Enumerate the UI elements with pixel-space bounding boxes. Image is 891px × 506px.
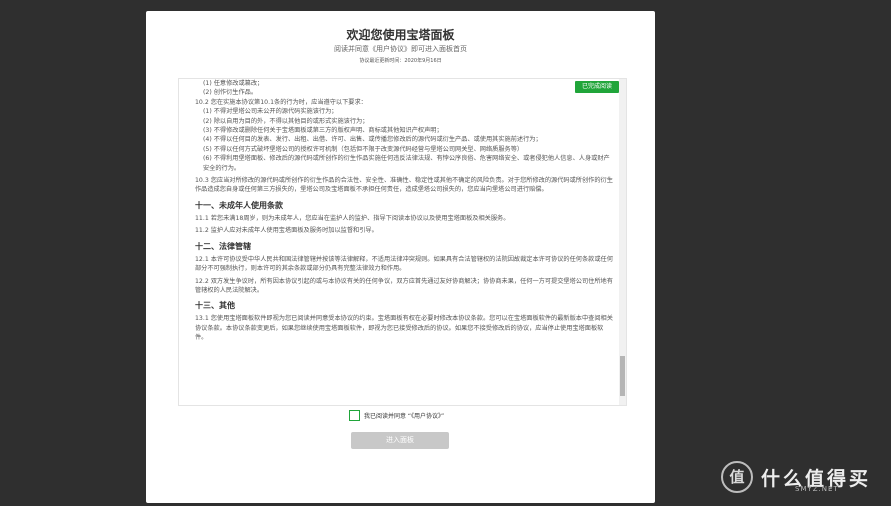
dialog-title: 欢迎您使用宝塔面板 (346, 28, 455, 42)
agreement-line: (6) 不得利用堡塔面板、修改后的源代码或所创作的衍生作品实施任何违反法律法规、… (203, 155, 610, 172)
agree-row[interactable]: 我已阅读并同意 “《用户协议》” (349, 409, 444, 421)
section-heading: 十二、法律管辖 (195, 241, 251, 251)
scrollbar-thumb[interactable] (620, 356, 625, 396)
section-paragraph: 11.1 若您未满18周岁，则为未成年人，您应当在监护人的监护、指导下阅读本协议… (195, 214, 510, 222)
agree-checkbox[interactable] (349, 409, 360, 421)
section-paragraph: 12.1 本许可协议受中华人民共和国法律管辖并按该等法律解释，不适用法律冲突规则… (195, 255, 613, 273)
watermark-logo-icon: 值 (721, 461, 753, 493)
dialog-subtitle: 阅读并同意《用户协议》即可进入面板首页 (334, 45, 467, 53)
agreement-line: (1) 任意修改或篡改； (203, 80, 264, 87)
agreement-scrollbar[interactable] (619, 79, 626, 405)
section-paragraph: 11.2 监护人应对未成年人使用宝塔面板及服务时加以监督和引导。 (195, 227, 378, 235)
agreement-scroll-area[interactable]: (1) 任意修改或篡改； (2) 创作衍生作品。 10.2 您在实施本协议第10.1… (178, 78, 627, 406)
section-paragraph: 12.2 双方发生争议时，所有因本协议引起的或与本协议有关的任何争议，双方应首先… (195, 277, 613, 294)
agreement-line: (1) 不得对堡塔公司未公开的源代码实施该行为； (203, 108, 338, 116)
agreement-line: (3) 不得修改或删除任何关于宝塔面板或第三方的版权声明、商标或其他知识产权声明… (203, 127, 443, 135)
watermark-url: SMYZ.NET (795, 485, 839, 493)
section-heading: 十三、其他 (195, 301, 235, 311)
agreement-line: 10.3 您应当对所修改的源代码或所创作的衍生作品的合法性、安全性、准确性、稳定… (195, 177, 613, 194)
agreement-line: (2) 创作衍生作品。 (203, 89, 258, 97)
agreement-line: (4) 不得以任何目的发表、发行、出租、出借、许可、出售、或传播您修改后的源代码… (203, 136, 542, 144)
agreement-line: (2) 除以自用为目的外，不得以其他目的或形式实施该行为； (203, 117, 369, 125)
section-heading: 十一、未成年人使用条款 (195, 200, 283, 210)
welcome-dialog: 欢迎您使用宝塔面板 阅读并同意《用户协议》即可进入面板首页 协议最近更新时间：2… (146, 11, 655, 503)
section-paragraph: 13.1 您使用宝塔面板软件即视为您已阅读并同意受本协议的约束。宝塔面板有权在必… (195, 315, 613, 342)
agreement-update-date: 协议最近更新时间：2020年9月16日 (359, 58, 442, 64)
agreement-line: 10.2 您在实施本协议第10.1条的行为时，应当遵守以下要求： (195, 98, 367, 106)
enter-panel-button[interactable]: 进入面板 (351, 432, 449, 449)
read-complete-badge: 已完成阅读 (575, 81, 619, 93)
agree-label[interactable]: 我已阅读并同意 “《用户协议》” (364, 411, 444, 420)
agreement-line: (5) 不得以任何方式破坏堡塔公司的授权许可机制（包括但不限于改变源代码经营与堡… (203, 145, 524, 153)
agreement-text: (1) 任意修改或篡改； (2) 创作衍生作品。 10.2 您在实施本协议第10.1… (195, 79, 615, 343)
